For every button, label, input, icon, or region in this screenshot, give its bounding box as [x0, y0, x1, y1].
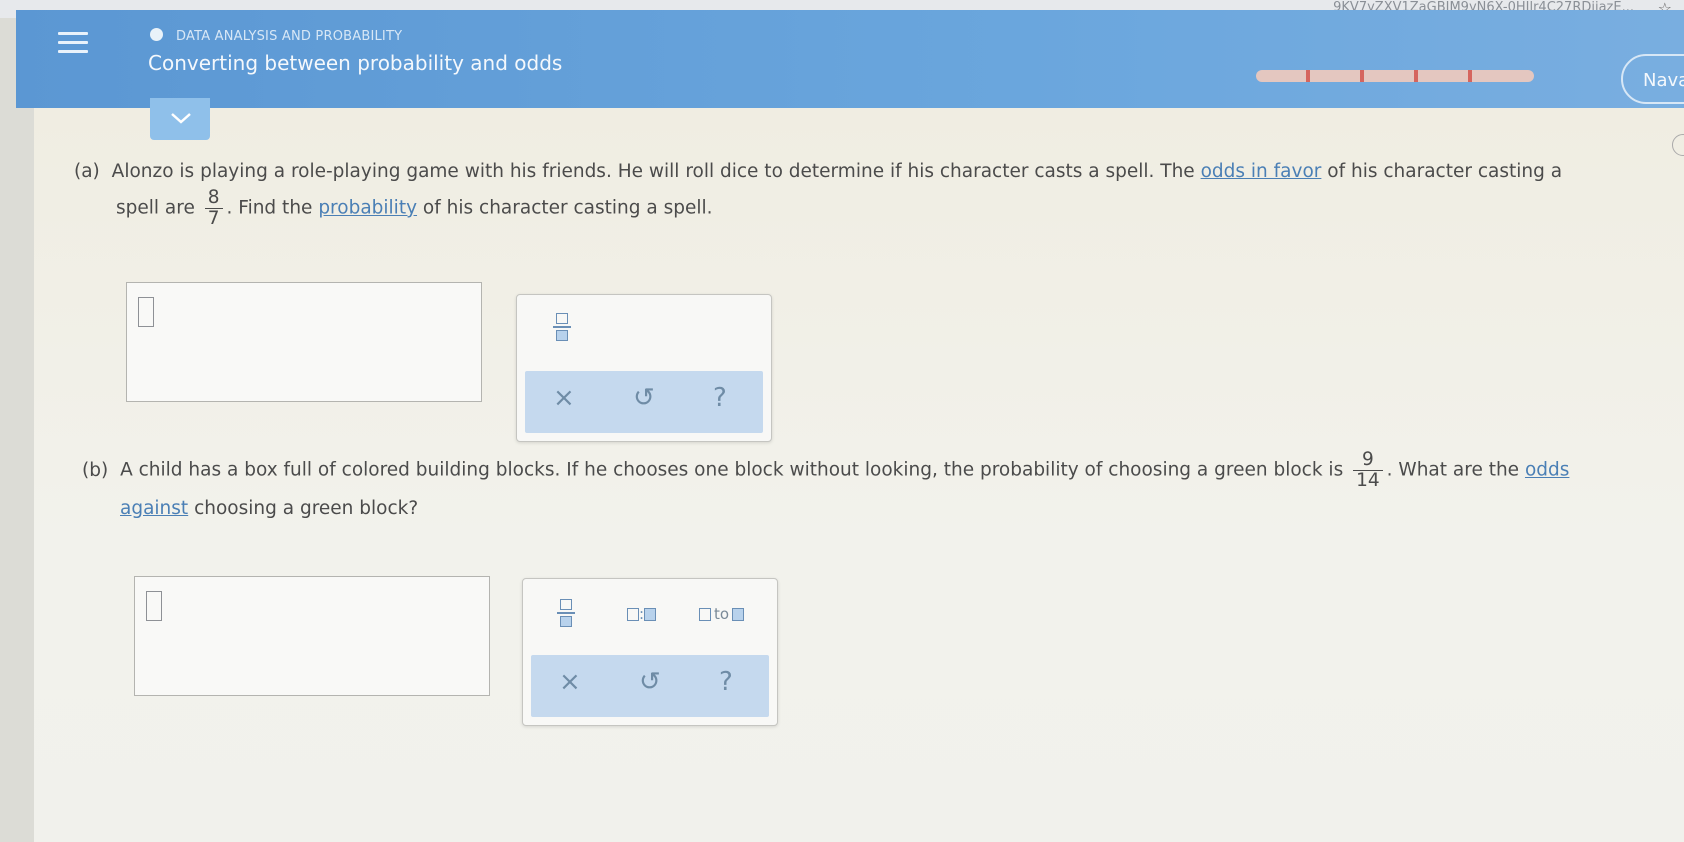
fraction-tool-button[interactable]: [553, 313, 571, 341]
fraction-8-7: 8 7: [204, 188, 223, 229]
fraction-denominator: 7: [207, 208, 220, 229]
clear-button[interactable]: ×: [553, 383, 575, 413]
help-button[interactable]: ?: [713, 383, 727, 413]
probability-link[interactable]: probability: [318, 198, 417, 219]
against-link[interactable]: against: [120, 498, 188, 519]
question-b-line-1: (b) A child has a box full of colored bu…: [82, 450, 1682, 491]
input-cursor: [146, 591, 162, 621]
question-a-line-1: (a) Alonzo is playing a role-playing gam…: [74, 158, 1674, 186]
palette-actions: × ↺ ?: [525, 371, 763, 433]
question-b-text: . What are the: [1386, 459, 1520, 481]
question-a: (a) Alonzo is playing a role-playing gam…: [74, 158, 1674, 229]
input-cursor: [138, 297, 154, 327]
progress-segment: [1414, 70, 1418, 82]
odds-in-favor-link[interactable]: odds in favor: [1201, 161, 1322, 182]
palette-actions: × ↺ ?: [531, 655, 769, 717]
page-title: Converting between probability and odds: [148, 51, 563, 75]
question-b-label: (b): [82, 459, 109, 481]
question-b-text: choosing a green block?: [194, 498, 419, 519]
math-palette-a: × ↺ ?: [516, 294, 772, 442]
question-a-text: of his character casting a spell.: [422, 197, 713, 219]
to-word: to: [714, 605, 730, 623]
progress-bar: [1256, 70, 1534, 82]
top-bar: DATA ANALYSIS AND PROBABILITY Converting…: [16, 10, 1684, 108]
question-a-text: Alonzo is playing a role-playing game wi…: [111, 161, 1195, 182]
question-b-text: A child has a box full of colored buildi…: [120, 459, 1344, 481]
undo-button[interactable]: ↺: [633, 383, 655, 413]
fraction-9-14: 9 14: [1353, 450, 1383, 491]
user-menu-button[interactable]: Navan: [1621, 54, 1684, 104]
question-a-text: of his character casting a: [1327, 161, 1563, 182]
fraction-tool-button[interactable]: [557, 599, 575, 627]
question-a-label: (a): [74, 161, 100, 182]
progress-segment: [1306, 70, 1310, 82]
question-b-line-2: against choosing a green block?: [120, 495, 1682, 523]
question-panel: (a) Alonzo is playing a role-playing gam…: [34, 98, 1684, 842]
ratio-tool-button[interactable]: :: [627, 605, 657, 623]
chevron-down-icon: [171, 113, 191, 124]
fraction-numerator: 9: [1353, 450, 1383, 471]
clear-button[interactable]: ×: [559, 667, 581, 697]
undo-button[interactable]: ↺: [639, 667, 661, 697]
question-a-text: spell are: [116, 197, 195, 219]
collapse-tab[interactable]: [150, 98, 210, 140]
question-b: (b) A child has a box full of colored bu…: [82, 450, 1682, 523]
answer-input-a[interactable]: [126, 282, 482, 402]
side-info-circle-icon[interactable]: [1672, 134, 1684, 156]
progress-segment: [1360, 70, 1364, 82]
hamburger-menu-icon[interactable]: [58, 32, 88, 60]
answer-input-b[interactable]: [134, 576, 490, 696]
odds-link[interactable]: odds: [1525, 460, 1569, 481]
progress-segment: [1468, 70, 1472, 82]
math-palette-b: : to × ↺ ?: [522, 578, 778, 726]
fraction-numerator: 8: [204, 188, 223, 209]
odds-to-tool-button[interactable]: to: [699, 605, 745, 623]
help-button[interactable]: ?: [719, 667, 733, 697]
topic-label: DATA ANALYSIS AND PROBABILITY: [176, 29, 403, 44]
fraction-denominator: 14: [1356, 470, 1380, 491]
topic-status-dot: [150, 28, 163, 41]
question-a-line-2: spell are 8 7 . Find the probability of …: [116, 188, 1674, 229]
question-a-text: . Find the: [226, 197, 313, 219]
